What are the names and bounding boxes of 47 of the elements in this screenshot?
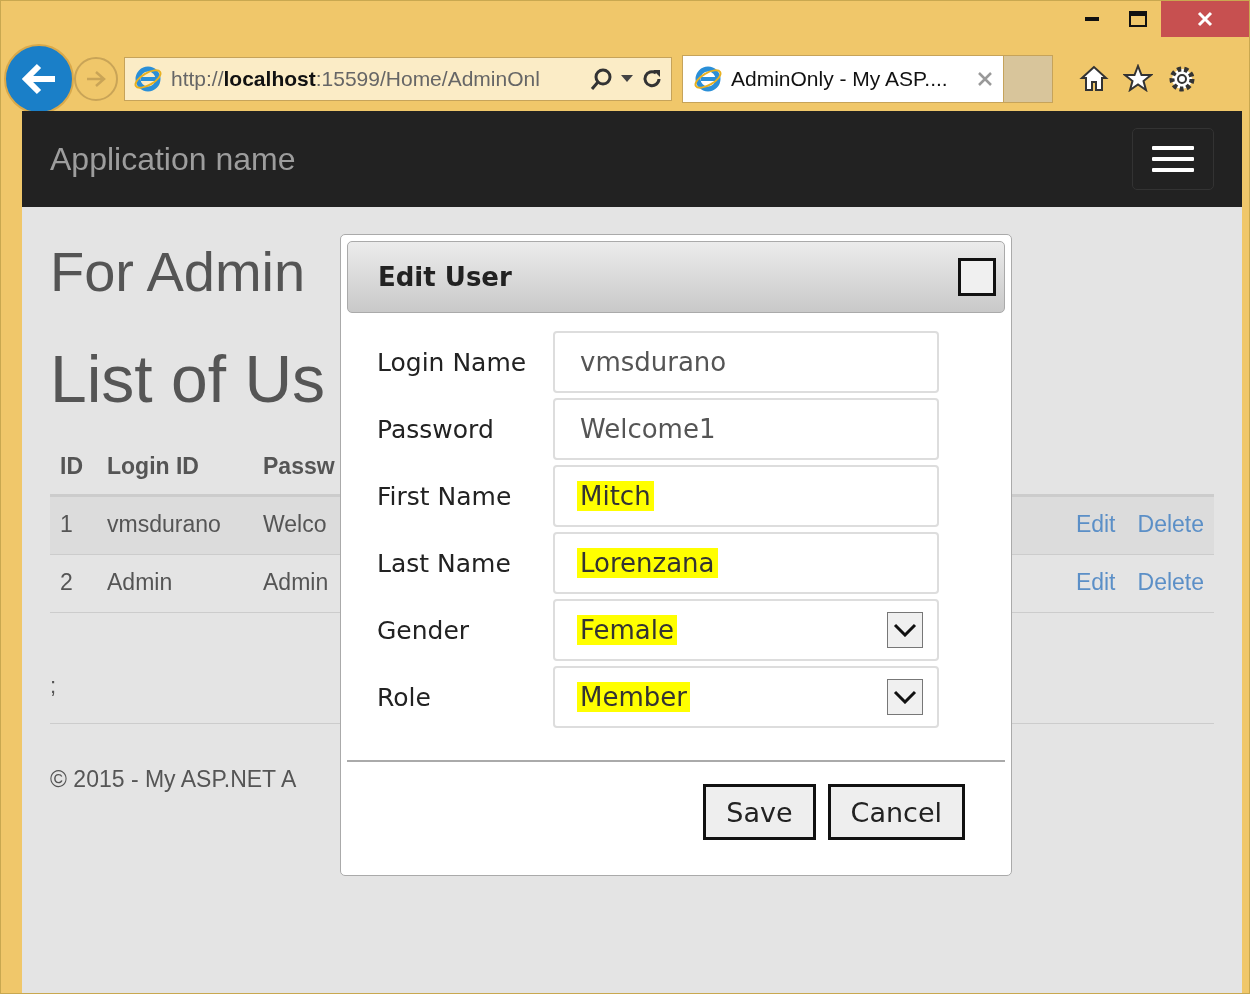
table-cell: vmsdurano: [97, 497, 253, 555]
section-heading: List of Us: [50, 341, 326, 417]
refresh-icon[interactable]: [641, 67, 663, 90]
close-button[interactable]: [958, 258, 996, 296]
maximize-icon: [1129, 11, 1147, 27]
field-label: Gender: [377, 615, 471, 645]
back-arrow-icon: [21, 62, 57, 95]
input-field[interactable]: Welcome1: [553, 398, 939, 460]
dropdown-button[interactable]: [887, 679, 923, 715]
page-heading: For Admin: [50, 239, 306, 305]
dropdown-button[interactable]: [887, 612, 923, 648]
star-icon[interactable]: [1123, 63, 1153, 92]
field-value: Mitch: [577, 481, 654, 511]
chevron-down-icon: [893, 690, 917, 704]
input-field[interactable]: vmsdurano: [553, 331, 939, 393]
brand-link[interactable]: Application name: [50, 140, 296, 178]
input-field[interactable]: Lorenzana: [553, 532, 939, 594]
field-label: Role: [377, 682, 432, 712]
page-text: ;: [50, 673, 57, 700]
search-icon[interactable]: [589, 66, 613, 91]
table-cell: 1: [50, 497, 97, 555]
forward-arrow-icon: [84, 68, 108, 89]
select-field[interactable]: Female: [553, 599, 939, 661]
home-icon[interactable]: [1079, 63, 1109, 92]
select-field[interactable]: Member: [553, 666, 939, 728]
table-cell: Admin: [97, 555, 253, 613]
browser-tab[interactable]: AdminOnly - My ASP....: [682, 54, 1004, 103]
dialog-title: Edit User: [378, 262, 512, 292]
input-field[interactable]: Mitch: [553, 465, 939, 527]
close-tab-icon[interactable]: [977, 70, 993, 87]
dropdown-caret-icon[interactable]: [621, 74, 633, 83]
chevron-down-icon: [893, 623, 917, 637]
save-button[interactable]: Save: [703, 784, 816, 840]
field-value: Welcome1: [579, 414, 717, 444]
close-icon: [1197, 11, 1213, 27]
field-value: Member: [577, 682, 690, 712]
table-cell: 2: [50, 555, 97, 613]
field-value: Female: [577, 615, 677, 645]
field-value: Lorenzana: [577, 548, 718, 578]
cancel-button[interactable]: Cancel: [827, 784, 965, 840]
address-bar[interactable]: http://localhost:15599/Home/AdminOnl: [124, 56, 672, 101]
minimize-icon: [1085, 17, 1099, 21]
field-label: Password: [377, 414, 495, 444]
field-value: vmsdurano: [579, 347, 728, 377]
menu-button[interactable]: [1132, 128, 1214, 190]
field-label: Login Name: [377, 347, 528, 377]
footer-text: © 2015 - My ASP.NET A: [50, 766, 298, 793]
